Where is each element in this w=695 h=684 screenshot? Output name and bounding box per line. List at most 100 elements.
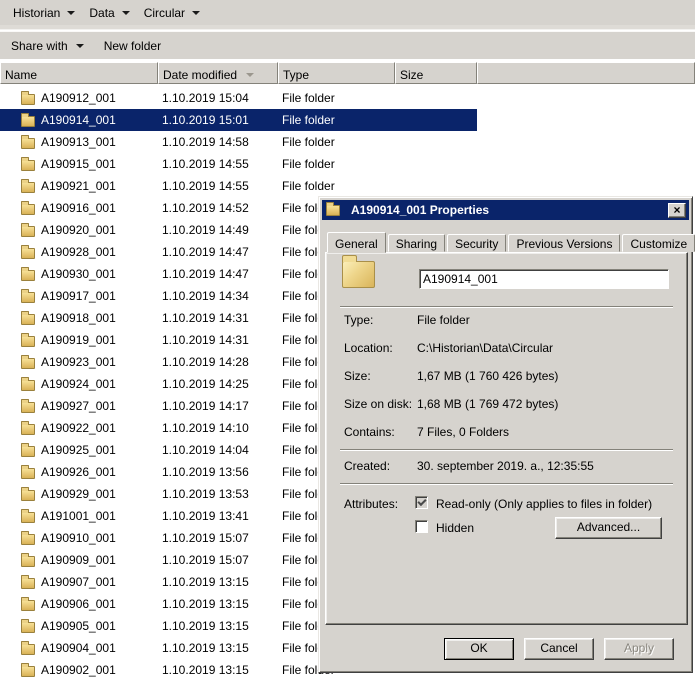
folder-icon: [21, 94, 35, 105]
file-name-cell: A190910_001: [0, 531, 158, 545]
file-date-modified: 1.10.2019 14:10: [158, 421, 278, 435]
file-name-cell: A191001_001: [0, 509, 158, 523]
file-name: A190910_001: [41, 531, 116, 545]
tab[interactable]: Previous Versions: [508, 234, 620, 252]
dialog-titlebar[interactable]: A190914_001 Properties ×: [322, 200, 689, 220]
column-headers: Name Date modified Type Size: [0, 62, 695, 84]
cancel-button[interactable]: Cancel: [524, 638, 594, 660]
ok-button[interactable]: OK: [444, 638, 514, 660]
folder-icon: [21, 204, 35, 215]
folder-icon: [21, 182, 35, 193]
file-name: A190928_001: [41, 245, 116, 259]
file-date-modified: 1.10.2019 13:15: [158, 663, 278, 677]
file-name-cell: A190913_001: [0, 135, 158, 149]
tab[interactable]: Customize: [622, 234, 695, 252]
file-name: A190929_001: [41, 487, 116, 501]
file-name-cell: A190922_001: [0, 421, 158, 435]
chevron-down-icon[interactable]: [67, 11, 75, 15]
file-type: File folder: [278, 91, 395, 105]
properties-field-row: Size: 1,67 MB (1 760 426 bytes): [344, 369, 674, 397]
folder-icon: [21, 270, 35, 281]
apply-button: Apply: [604, 638, 674, 660]
tab-label: Customize: [630, 237, 687, 251]
file-name-cell: A190919_001: [0, 333, 158, 347]
properties-field-row: Location: C:\Historian\Data\Circular: [344, 341, 674, 369]
tab[interactable]: Security: [447, 234, 506, 252]
column-header-name[interactable]: Name: [0, 62, 158, 84]
dialog-title: A190914_001 Properties: [351, 203, 668, 217]
separator: [340, 306, 673, 308]
chevron-down-icon[interactable]: [192, 11, 200, 15]
folder-name-input[interactable]: [419, 269, 669, 289]
new-folder-button[interactable]: New folder: [104, 35, 175, 57]
file-type: File folder: [278, 135, 395, 149]
folder-icon: [21, 380, 35, 391]
file-name: A190921_001: [41, 179, 116, 193]
file-date-modified: 1.10.2019 14:58: [158, 135, 278, 149]
folder-icon: [21, 138, 35, 149]
file-row[interactable]: A190913_001 1.10.2019 14:58 File folder: [0, 131, 477, 153]
file-name-cell: A190926_001: [0, 465, 158, 479]
folder-icon: [21, 644, 35, 655]
file-name-cell: A190923_001: [0, 355, 158, 369]
file-name-cell: A190902_001: [0, 663, 158, 677]
properties-info: Type: File folder Location: C:\Historian…: [344, 313, 674, 453]
folder-icon: [21, 512, 35, 523]
file-name: A190927_001: [41, 399, 116, 413]
breadcrumb-item[interactable]: Data: [87, 4, 131, 22]
file-date-modified: 1.10.2019 14:55: [158, 179, 278, 193]
chevron-down-icon: [76, 44, 84, 48]
close-button[interactable]: ×: [668, 203, 686, 218]
folder-icon: [21, 578, 35, 589]
folder-icon: [326, 205, 340, 216]
column-header-type[interactable]: Type: [278, 62, 395, 84]
file-date-modified: 1.10.2019 14:17: [158, 399, 278, 413]
file-date-modified: 1.10.2019 15:01: [158, 113, 278, 127]
field-value: File folder: [417, 313, 674, 327]
file-name: A190924_001: [41, 377, 116, 391]
breadcrumb-item[interactable]: Circular: [142, 4, 202, 22]
close-icon: ×: [673, 204, 680, 216]
folder-icon: [21, 292, 35, 303]
file-name: A190926_001: [41, 465, 116, 479]
file-name: A190907_001: [41, 575, 116, 589]
hidden-checkbox[interactable]: [415, 520, 428, 533]
tab-label: General: [335, 237, 378, 251]
column-header-size[interactable]: Size: [395, 62, 477, 84]
breadcrumb: Historian Data Circular: [0, 0, 695, 25]
new-folder-label: New folder: [104, 39, 161, 53]
tab[interactable]: General: [327, 232, 386, 253]
file-row[interactable]: A190914_001 1.10.2019 15:01 File folder: [0, 109, 477, 131]
file-name-cell: A190907_001: [0, 575, 158, 589]
file-date-modified: 1.10.2019 14:04: [158, 443, 278, 457]
tab-label: Security: [455, 237, 498, 251]
folder-icon: [21, 314, 35, 325]
folder-icon: [21, 160, 35, 171]
field-label: Type:: [344, 313, 417, 327]
field-label: Contains:: [344, 425, 417, 439]
dialog-tabs: General Sharing Security Previous Versio…: [327, 231, 695, 252]
file-row[interactable]: A190912_001 1.10.2019 15:04 File folder: [0, 87, 477, 109]
file-name: A190919_001: [41, 333, 116, 347]
folder-icon: [21, 600, 35, 611]
file-name-cell: A190909_001: [0, 553, 158, 567]
folder-icon-large: [342, 261, 375, 288]
folder-icon: [21, 622, 35, 633]
file-name-cell: A190912_001: [0, 91, 158, 105]
breadcrumb-item[interactable]: Historian: [11, 4, 77, 22]
created-label: Created:: [344, 459, 417, 473]
file-name-cell: A190905_001: [0, 619, 158, 633]
file-name: A190904_001: [41, 641, 116, 655]
read-only-checkbox[interactable]: [415, 496, 428, 509]
column-header-date-modified[interactable]: Date modified: [158, 62, 278, 84]
advanced-button[interactable]: Advanced...: [555, 517, 662, 539]
share-with-button[interactable]: Share with: [11, 35, 90, 57]
file-date-modified: 1.10.2019 14:49: [158, 223, 278, 237]
read-only-label: Read-only (Only applies to files in fold…: [436, 497, 652, 511]
file-name-cell: A190930_001: [0, 267, 158, 281]
folder-icon: [21, 666, 35, 677]
chevron-down-icon[interactable]: [122, 11, 130, 15]
file-row[interactable]: A190915_001 1.10.2019 14:55 File folder: [0, 153, 477, 175]
tab[interactable]: Sharing: [388, 234, 445, 252]
file-row[interactable]: A190921_001 1.10.2019 14:55 File folder: [0, 175, 477, 197]
